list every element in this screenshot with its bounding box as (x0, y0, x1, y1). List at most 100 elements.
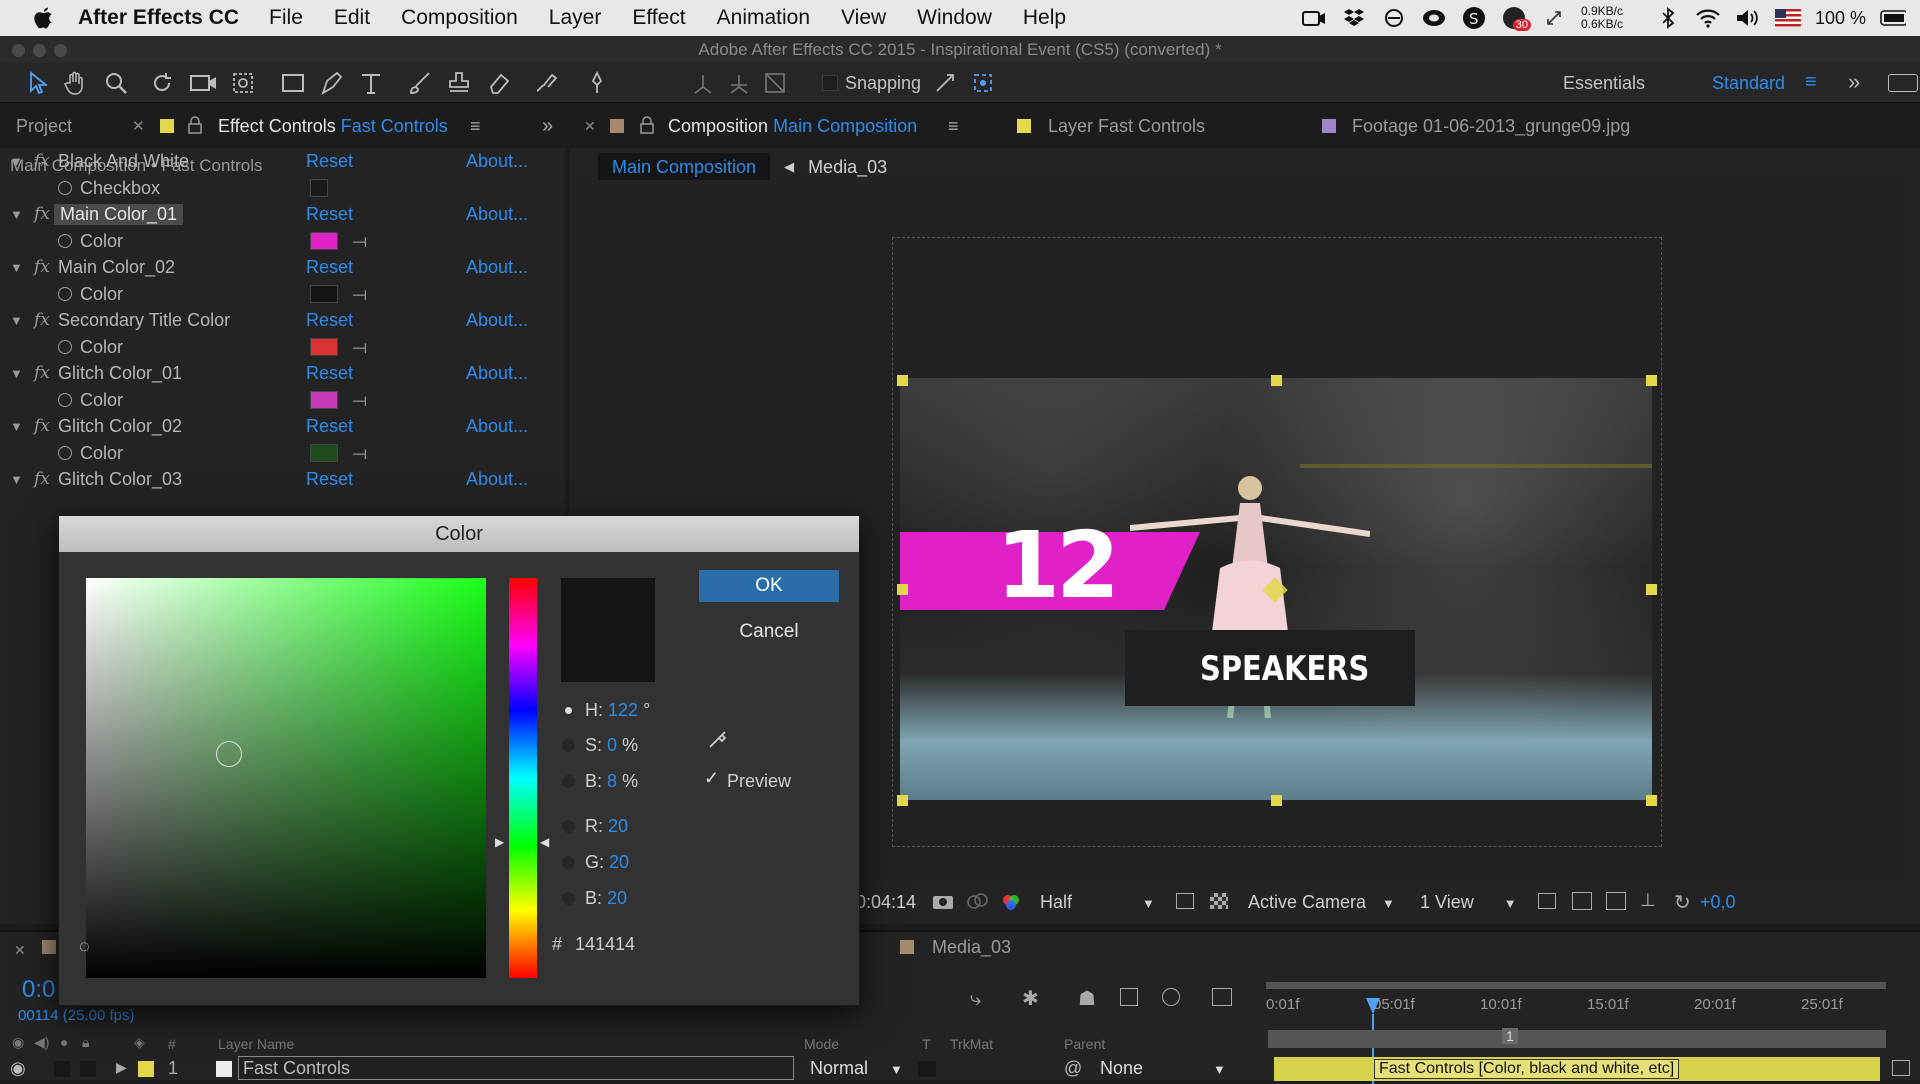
motion-blur-icon[interactable] (1162, 988, 1180, 1006)
fast-preview-icon[interactable] (1572, 892, 1592, 910)
menu-edit[interactable]: Edit (334, 6, 370, 30)
about-link[interactable]: About... (466, 469, 528, 490)
handle-top-left[interactable] (897, 375, 908, 386)
current-time[interactable]: 0:0 (22, 976, 55, 1004)
fx-icon[interactable]: fx (34, 151, 50, 171)
about-link[interactable]: About... (466, 363, 528, 384)
eyedropper-icon[interactable] (707, 728, 729, 755)
hue-slider-left-arrow-icon[interactable]: ▶ (495, 835, 504, 849)
hand-tool-icon[interactable] (62, 70, 88, 96)
menu-layer[interactable]: Layer (549, 6, 602, 30)
workspace-essentials[interactable]: Essentials (1563, 73, 1645, 94)
zoom-window-button[interactable] (54, 44, 67, 57)
more-workspaces-icon[interactable]: » (1848, 69, 1860, 95)
effect-name[interactable]: Glitch Color_01 (58, 363, 182, 384)
reset-link[interactable]: Reset (306, 310, 353, 331)
camera-dropdown[interactable]: Active Camera ▼ (1248, 892, 1395, 913)
reset-link[interactable]: Reset (306, 204, 353, 225)
color-swatch[interactable] (310, 232, 338, 250)
radio-s[interactable] (562, 739, 575, 752)
hue-slider[interactable] (509, 578, 537, 978)
parent-dropdown[interactable]: None ▼ (1100, 1058, 1226, 1079)
pickwhip-icon[interactable]: @ (1064, 1058, 1082, 1079)
timeline-icon[interactable] (1606, 892, 1626, 910)
about-link[interactable]: About... (466, 151, 528, 172)
rectangle-tool-icon[interactable] (280, 70, 306, 96)
b-row[interactable]: B: 8 % (585, 771, 638, 792)
layer-row[interactable]: ◉ ▶ 1 Fast Controls Normal ▼ @ None ▼ Fast… (0, 1056, 1920, 1082)
about-link[interactable]: About... (466, 416, 528, 437)
effect-name[interactable]: Glitch Color_02 (58, 416, 182, 437)
tab-layer[interactable]: Layer Fast Controls (1048, 116, 1205, 137)
effect-row[interactable]: ▼ fx Secondary Title Color Reset About... (0, 307, 565, 333)
effect-row[interactable]: ▼ fx Glitch Color_03 Reset About... (0, 466, 565, 492)
close-timeline-icon[interactable]: ✕ (14, 942, 26, 959)
cancel-button[interactable]: Cancel (699, 616, 839, 648)
viewer-timecode[interactable]: 0:04:14 (856, 892, 916, 913)
handle-bottom-right[interactable] (1646, 795, 1657, 806)
show-snapshot-icon[interactable] (966, 892, 988, 915)
notification-badge-icon[interactable]: 30 (1501, 7, 1531, 31)
lock-icon[interactable] (188, 116, 202, 139)
comp-panel-menu-icon[interactable]: ≡ (948, 116, 959, 137)
effect-row[interactable]: ▼ fx Black And White Reset About... (0, 148, 565, 174)
close-tab-icon[interactable]: ✕ (132, 117, 145, 135)
dialog-title[interactable]: Color (59, 516, 859, 552)
fx-icon[interactable]: fx (34, 204, 50, 224)
snap-features-icon[interactable] (970, 70, 996, 96)
puppet-tool-icon[interactable] (584, 70, 610, 96)
stopwatch-icon[interactable] (58, 340, 72, 354)
views-dropdown[interactable]: 1 View ▼ (1420, 892, 1517, 913)
menu-animation[interactable]: Animation (717, 6, 810, 30)
radio-b[interactable] (562, 775, 575, 788)
selection-tool-icon[interactable] (24, 70, 50, 96)
view-axis-icon[interactable] (762, 70, 788, 96)
preview-checkbox[interactable]: ✓ (704, 768, 719, 789)
stopwatch-icon[interactable] (58, 181, 72, 195)
channel-icon[interactable] (1000, 892, 1022, 917)
handle-top[interactable] (1271, 375, 1282, 386)
snapshot-icon[interactable] (932, 892, 954, 915)
menu-file[interactable]: File (269, 6, 303, 30)
saturation-brightness-field[interactable] (86, 578, 486, 978)
work-area-bar[interactable] (1266, 982, 1886, 989)
color-swatch[interactable] (310, 285, 338, 303)
world-axis-icon[interactable] (726, 70, 752, 96)
stopwatch-icon[interactable] (58, 234, 72, 248)
fx-icon[interactable]: fx (34, 469, 50, 489)
time-ruler[interactable]: 0:01f 05:01f 10:01f 15:01f 20:01f 25:01f (1266, 994, 1906, 1018)
reset-link[interactable]: Reset (306, 469, 353, 490)
region-of-interest-icon[interactable] (1176, 893, 1194, 909)
camera-icon[interactable] (1301, 7, 1327, 29)
rotation-tool-icon[interactable] (150, 70, 176, 96)
type-tool-icon[interactable] (358, 70, 384, 96)
handle-top-right[interactable] (1646, 375, 1657, 386)
us-flag-icon[interactable] (1774, 7, 1801, 29)
effect-row[interactable]: ▼ fx Glitch Color_01 Reset About... (0, 360, 565, 386)
draft-3d-icon[interactable]: ✱ (1022, 986, 1039, 1011)
nav-main-composition[interactable]: Main Composition (598, 152, 771, 182)
expand-effect-icon[interactable]: ▼ (10, 260, 23, 275)
effect-row[interactable]: ▼ fx Main Color_02 Reset About... (0, 254, 565, 280)
stopwatch-icon[interactable] (58, 287, 72, 301)
hex-input[interactable]: 141414 (575, 934, 635, 955)
layer-label-swatch[interactable] (138, 1061, 154, 1077)
snap-edges-icon[interactable] (932, 70, 958, 96)
sync-icon[interactable] (1381, 7, 1407, 29)
mode-dropdown[interactable]: Normal ▼ (810, 1058, 903, 1079)
effect-name[interactable]: Secondary Title Color (58, 310, 230, 331)
link-icon[interactable]: ⟞ (352, 231, 367, 252)
comp-mini-flowchart-icon[interactable]: ⤷ (970, 988, 981, 1011)
tab-project[interactable]: Project (16, 116, 72, 137)
handle-right[interactable] (1646, 584, 1657, 595)
expand-effect-icon[interactable]: ▼ (10, 419, 23, 434)
expand-effect-icon[interactable]: ▼ (10, 207, 23, 222)
clone-stamp-tool-icon[interactable] (446, 70, 472, 96)
skype-icon[interactable]: S (1461, 7, 1487, 29)
close-window-button[interactable] (12, 44, 25, 57)
expand-effect-icon[interactable]: ▼ (10, 313, 23, 328)
menu-view[interactable]: View (841, 6, 886, 30)
exposure-value[interactable]: +0,0 (1700, 892, 1736, 913)
handle-left[interactable] (897, 584, 908, 595)
timeline-tab-media-03[interactable]: Media_03 (932, 937, 1011, 958)
